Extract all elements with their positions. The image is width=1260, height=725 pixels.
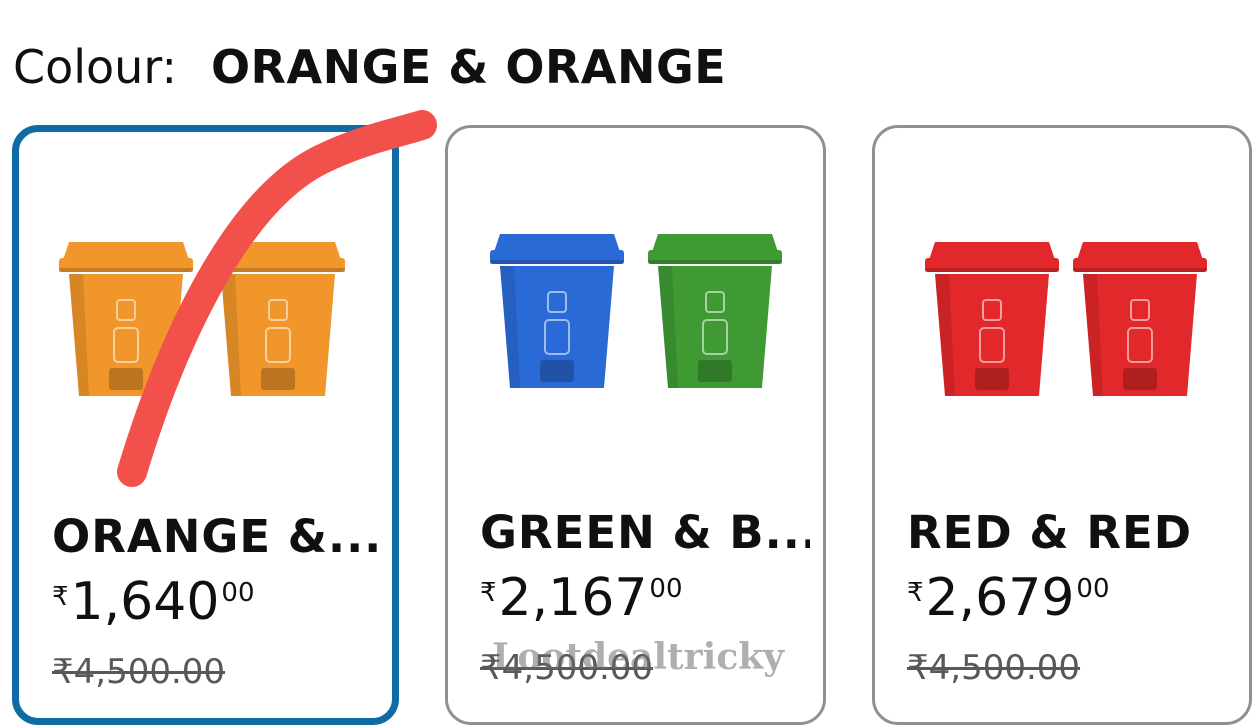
colour-selector-header: Colour: ORANGE & ORANGE [13, 40, 726, 100]
dustbin-icon [59, 242, 193, 396]
watermark-text: Lootdealtricky [492, 636, 785, 678]
option-price: ₹ 2,167 00 [480, 568, 683, 628]
option-title: RED & RED [907, 506, 1193, 559]
dustbin-icon [925, 242, 1059, 396]
dustbin-icon [648, 234, 782, 388]
colour-label: Colour: [13, 40, 177, 94]
option-price: ₹ 2,679 00 [907, 568, 1110, 628]
price-whole: 1,640 [70, 572, 220, 632]
option-mrp: ₹4,500.00 [907, 648, 1081, 688]
product-thumbnail [19, 132, 392, 502]
selected-colour-value: ORANGE & ORANGE [210, 40, 727, 94]
currency-symbol: ₹ [907, 578, 924, 608]
option-title: GREEN & B... [480, 506, 810, 559]
product-thumbnail [875, 128, 1249, 498]
dustbin-pair-image [490, 234, 782, 388]
price-fraction: 00 [649, 574, 683, 604]
price-fraction: 00 [221, 578, 255, 608]
price-whole: 2,679 [925, 568, 1075, 628]
product-thumbnail [448, 128, 823, 498]
dustbin-icon [490, 234, 624, 388]
colour-option-red-red[interactable]: RED & RED ₹ 2,679 00 ₹4,500.00 [872, 125, 1252, 725]
option-price: ₹ 1,640 00 [52, 572, 255, 632]
dustbin-icon [211, 242, 345, 396]
price-fraction: 00 [1076, 574, 1110, 604]
currency-symbol: ₹ [52, 582, 69, 612]
option-mrp: ₹4,500.00 [52, 652, 226, 692]
option-title: ORANGE &... [52, 510, 382, 563]
dustbin-pair-image [59, 242, 345, 396]
colour-option-green-blue[interactable]: GREEN & B... ₹ 2,167 00 ₹4,500.00 [445, 125, 826, 725]
dustbin-icon [1073, 242, 1207, 396]
colour-option-orange-orange[interactable]: ORANGE &... ₹ 1,640 00 ₹4,500.00 [12, 125, 399, 725]
price-whole: 2,167 [498, 568, 648, 628]
currency-symbol: ₹ [480, 578, 497, 608]
dustbin-pair-image [925, 242, 1207, 396]
